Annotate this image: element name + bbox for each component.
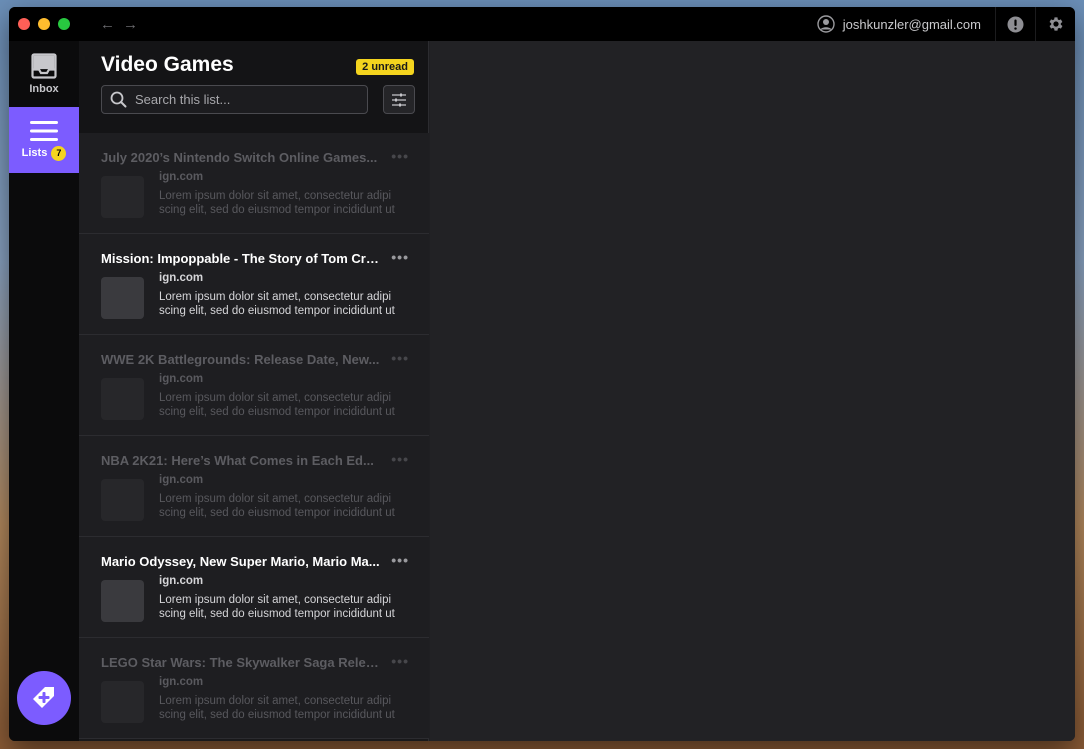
item-source: ign.com bbox=[159, 272, 204, 284]
item-thumbnail bbox=[101, 580, 144, 622]
account-menu[interactable]: joshkunzler@gmail.com bbox=[803, 7, 995, 41]
item-title: Mission: Impoppable - The Story of Tom C… bbox=[101, 251, 381, 266]
filter-button[interactable] bbox=[383, 85, 415, 114]
zoom-window-button[interactable] bbox=[58, 18, 70, 30]
gear-icon bbox=[1049, 17, 1062, 31]
list-item[interactable]: NBA 2K21: Here’s What Comes in Each Ed..… bbox=[79, 436, 429, 537]
rail-label-lists: Lists bbox=[21, 147, 48, 159]
item-title: NBA 2K21: Here’s What Comes in Each Ed..… bbox=[101, 453, 374, 468]
rail-label-inbox: Inbox bbox=[29, 83, 59, 95]
more-options-icon[interactable]: ••• bbox=[391, 451, 409, 467]
item-thumbnail bbox=[101, 681, 144, 723]
item-excerpt: Lorem ipsum dolor sit amet, consectetur … bbox=[159, 190, 395, 216]
item-source: ign.com bbox=[159, 373, 204, 385]
more-options-icon[interactable]: ••• bbox=[391, 653, 409, 669]
inbox-tray-icon bbox=[31, 53, 57, 79]
item-excerpt: Lorem ipsum dolor sit amet, consectetur … bbox=[159, 392, 395, 418]
item-thumbnail bbox=[101, 378, 144, 420]
account-email: joshkunzler@gmail.com bbox=[842, 16, 981, 32]
add-game-button[interactable] bbox=[17, 671, 71, 725]
item-title: Mario Odyssey, New Super Mario, Mario Ma… bbox=[101, 554, 380, 569]
item-list: July 2020’s Nintendo Switch Online Games… bbox=[79, 133, 429, 739]
search-icon bbox=[110, 91, 127, 108]
more-options-icon[interactable]: ••• bbox=[391, 552, 409, 568]
item-source: ign.com bbox=[159, 676, 204, 688]
hamburger-list-icon bbox=[30, 120, 58, 141]
rail-item-lists[interactable]: Lists 7 bbox=[9, 107, 79, 173]
rail-item-inbox[interactable]: Inbox bbox=[9, 41, 79, 107]
unread-badge: 2 unread bbox=[356, 59, 414, 75]
close-window-button[interactable] bbox=[18, 18, 30, 30]
list-item[interactable]: July 2020’s Nintendo Switch Online Games… bbox=[79, 133, 429, 234]
minimize-window-button[interactable] bbox=[38, 18, 50, 30]
list-item[interactable]: WWE 2K Battlegrounds: Release Date, New.… bbox=[79, 335, 429, 436]
sliders-icon bbox=[392, 93, 406, 106]
item-excerpt: Lorem ipsum dolor sit amet, consectetur … bbox=[159, 291, 395, 317]
list-title: Video Games bbox=[101, 53, 234, 76]
add-tag-icon bbox=[33, 687, 54, 708]
item-excerpt: Lorem ipsum dolor sit amet, consectetur … bbox=[159, 594, 395, 620]
titlebar-actions: joshkunzler@gmail.com bbox=[803, 7, 1075, 41]
back-arrow-icon[interactable]: ← bbox=[100, 17, 115, 32]
history-nav: ← → bbox=[100, 17, 138, 32]
app-window: ← → joshkunzler@gmail.com Inbox Lists 7 … bbox=[9, 7, 1075, 741]
item-title: LEGO Star Wars: The Skywalker Saga Relea… bbox=[101, 655, 381, 670]
left-rail: Inbox Lists 7 bbox=[9, 41, 79, 741]
more-options-icon[interactable]: ••• bbox=[391, 249, 409, 265]
item-title: July 2020’s Nintendo Switch Online Games… bbox=[101, 150, 378, 165]
user-avatar-icon bbox=[817, 15, 835, 33]
more-options-icon[interactable]: ••• bbox=[391, 350, 409, 366]
search-input[interactable] bbox=[135, 92, 355, 107]
item-excerpt: Lorem ipsum dolor sit amet, consectetur … bbox=[159, 695, 395, 721]
window-controls bbox=[18, 18, 70, 30]
list-header: Video Games 2 unread bbox=[79, 41, 428, 133]
lists-label-row: Lists 7 bbox=[21, 145, 67, 161]
item-thumbnail bbox=[101, 176, 144, 218]
lists-count-badge: 7 bbox=[51, 145, 67, 161]
list-item[interactable]: Mario Odyssey, New Super Mario, Mario Ma… bbox=[79, 537, 429, 638]
detail-pane bbox=[430, 41, 1075, 741]
item-source: ign.com bbox=[159, 171, 204, 183]
title-bar: ← → joshkunzler@gmail.com bbox=[9, 7, 1075, 41]
more-options-icon[interactable]: ••• bbox=[391, 148, 409, 164]
item-thumbnail bbox=[101, 277, 144, 319]
alert-button[interactable] bbox=[995, 7, 1035, 41]
alert-icon bbox=[1007, 16, 1024, 32]
list-item[interactable]: Mission: Impoppable - The Story of Tom C… bbox=[79, 234, 429, 335]
item-title: WWE 2K Battlegrounds: Release Date, New.… bbox=[101, 352, 380, 367]
search-box bbox=[101, 85, 368, 114]
item-source: ign.com bbox=[159, 474, 204, 486]
list-panel: Video Games 2 unread Search this list...… bbox=[79, 41, 429, 741]
settings-button[interactable] bbox=[1035, 7, 1075, 41]
item-excerpt: Lorem ipsum dolor sit amet, consectetur … bbox=[159, 493, 395, 519]
item-source: ign.com bbox=[159, 575, 204, 587]
item-thumbnail bbox=[101, 479, 144, 521]
forward-arrow-icon[interactable]: → bbox=[123, 17, 138, 32]
list-item[interactable]: LEGO Star Wars: The Skywalker Saga Relea… bbox=[79, 638, 429, 739]
